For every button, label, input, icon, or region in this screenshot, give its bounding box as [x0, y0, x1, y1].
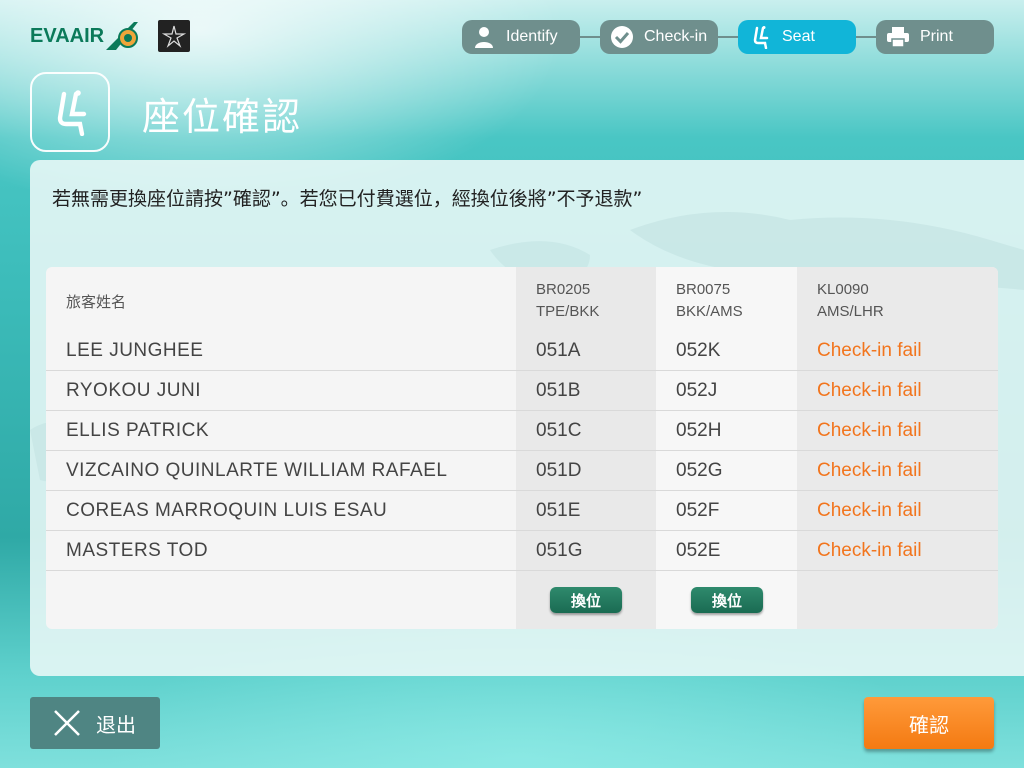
passenger-name: RYOKOU JUNI: [66, 380, 202, 401]
step-label: Identify: [506, 28, 558, 45]
passenger-name: ELLIS PATRICK: [66, 420, 210, 441]
checkmark-icon: [610, 25, 634, 49]
brand-text: EVAAIR: [30, 24, 105, 47]
step-label: Seat: [782, 28, 815, 45]
table-row: MASTERS TOD 051G 052E Check-in fail: [46, 531, 998, 571]
seat-value: 051B: [536, 380, 581, 401]
instruction-text: 若無需更換座位請按”確認”。若您已付費選位，經換位後將”不予退款”: [52, 188, 643, 210]
checkin-status: Check-in fail: [817, 540, 922, 561]
seat-value: 052K: [676, 340, 721, 361]
person-icon: [472, 25, 496, 49]
swap-seat-button-2[interactable]: 換位: [691, 587, 763, 613]
page-title: 座位確認: [142, 95, 303, 139]
step-seat: Seat: [738, 20, 856, 54]
flight-number: BR0205: [536, 281, 591, 298]
swap-seat-button-1[interactable]: 換位: [550, 587, 622, 613]
printer-icon: [886, 25, 910, 49]
step-label: Print: [920, 28, 953, 45]
table-row: RYOKOU JUNI 051B 052J Check-in fail: [46, 371, 998, 411]
seat-value: 052H: [676, 420, 722, 441]
checkin-status: Check-in fail: [817, 500, 922, 521]
passenger-name: VIZCAINO QUINLARTE WILLIAM RAFAEL: [66, 460, 448, 481]
step-identify: Identify: [462, 20, 580, 54]
seat-value: 052F: [676, 500, 720, 521]
checkin-status: Check-in fail: [817, 380, 922, 401]
close-icon: [52, 708, 82, 738]
step-check-in: Check-in: [600, 20, 718, 54]
flight-route: BKK/AMS: [676, 303, 743, 320]
flight-route: AMS/LHR: [817, 303, 884, 320]
seat-value: 051D: [536, 460, 582, 481]
seat-value: 051C: [536, 420, 582, 441]
passenger-name: MASTERS TOD: [66, 540, 209, 561]
step-connector: [856, 36, 876, 38]
seat-icon: [748, 25, 772, 49]
step-connector: [580, 36, 600, 38]
seat-value: 051A: [536, 340, 581, 361]
seat-value: 051E: [536, 500, 581, 521]
exit-label: 退出: [96, 712, 136, 737]
seat-value: 052J: [676, 380, 718, 401]
passenger-name-header: 旅客姓名: [66, 293, 127, 311]
seat-page-icon: [30, 72, 110, 152]
checkin-status: Check-in fail: [817, 460, 922, 481]
confirm-button[interactable]: 確認: [864, 697, 994, 749]
flight-route: TPE/BKK: [536, 303, 600, 320]
progress-steps: Identify Check-in Seat Print: [462, 20, 994, 54]
table-row: ELLIS PATRICK 051C 052H Check-in fail: [46, 411, 998, 451]
passenger-name: COREAS MARROQUIN LUIS ESAU: [66, 500, 388, 521]
exit-button[interactable]: 退出: [30, 697, 160, 749]
passenger-seat-table: 旅客姓名 BR0205 TPE/BKK BR0075 BKK/AMS KL009…: [46, 267, 998, 629]
flight-number: KL0090: [817, 281, 869, 298]
table-row: LEE JUNGHEE 051A 052K Check-in fail: [46, 331, 998, 371]
eva-emblem-icon: [106, 20, 139, 52]
flight-header-3: KL0090 AMS/LHR: [817, 279, 884, 323]
star-alliance-logo-icon: [158, 20, 191, 52]
logo-area: EVAAIR: [30, 20, 191, 52]
step-print: Print: [876, 20, 994, 54]
checkin-status: Check-in fail: [817, 420, 922, 441]
passenger-name: LEE JUNGHEE: [66, 340, 204, 361]
eva-air-logo: EVAAIR: [30, 20, 139, 52]
step-connector: [718, 36, 738, 38]
seat-value: 052E: [676, 540, 721, 561]
flight-header-2: BR0075 BKK/AMS: [676, 279, 743, 323]
flight-header-1: BR0205 TPE/BKK: [536, 279, 599, 323]
flight-number: BR0075: [676, 281, 731, 298]
checkin-status: Check-in fail: [817, 340, 922, 361]
seat-value: 051G: [536, 540, 583, 561]
step-label: Check-in: [644, 28, 708, 45]
table-row: VIZCAINO QUINLARTE WILLIAM RAFAEL 051D 0…: [46, 451, 998, 491]
seat-value: 052G: [676, 460, 723, 481]
table-row: COREAS MARROQUIN LUIS ESAU 051E 052F Che…: [46, 491, 998, 531]
